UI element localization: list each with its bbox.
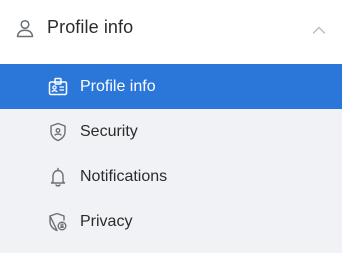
shield-icon	[47, 121, 69, 143]
menu-item-label: Privacy	[80, 212, 133, 230]
menu-item-label: Security	[80, 122, 138, 140]
menu-item-notifications[interactable]: Notifications	[0, 154, 342, 199]
profile-section-header[interactable]: Profile info	[0, 0, 342, 55]
menu-item-profile-info[interactable]: Profile info	[0, 64, 342, 109]
menu-item-label: Profile info	[80, 77, 156, 95]
chevron-up-icon[interactable]	[312, 22, 326, 34]
profile-submenu: Profile info Security Notifications Priv…	[0, 64, 342, 253]
user-icon	[14, 17, 36, 39]
menu-item-security[interactable]: Security	[0, 109, 342, 154]
menu-item-privacy[interactable]: Privacy	[0, 199, 342, 244]
profile-menu-panel: Profile info Profile info Security Notif…	[0, 0, 342, 253]
section-title: Profile info	[47, 17, 134, 37]
privacy-shield-icon	[47, 211, 69, 233]
bell-icon	[47, 166, 69, 188]
menu-item-label: Notifications	[80, 167, 168, 185]
id-card-icon	[47, 76, 69, 98]
